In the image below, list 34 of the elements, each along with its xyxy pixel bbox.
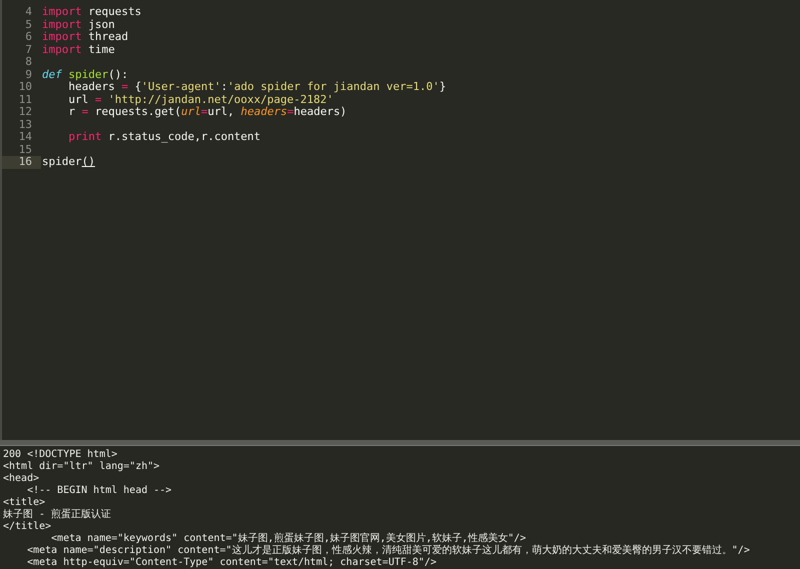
line-number: 8 xyxy=(24,56,33,68)
line-number: 7 xyxy=(24,44,33,56)
code-line: def spider(): xyxy=(41,68,128,81)
line-number: 11 xyxy=(18,94,33,106)
console-line: </title> xyxy=(3,521,52,533)
line-number: 16 xyxy=(2,156,41,168)
code-line: spider() xyxy=(41,156,95,168)
line-number: 10 xyxy=(18,81,33,94)
console-line: <title> xyxy=(3,497,46,509)
code-line: print r.status_code,r.content xyxy=(67,131,261,144)
console-line: <meta name="description" content="这儿才是正版妹子图，性感火辣，清纯甜美可爱的软妹子这儿都有，萌大奶的大丈夫和爱美臀的男子汉不要错过。"/> xyxy=(26,545,751,557)
console-line: <!-- BEGIN html head --> xyxy=(26,485,173,497)
code-line: import thread xyxy=(41,31,128,44)
console-line: <meta http-equiv="Content-Type" content="text/html; charset=UTF-8"/> xyxy=(26,557,438,569)
console-line: <meta name="keywords" content="妹子图,煎蛋妹子图,妹子图官网,美女图片,软妹子,性感美女"/> xyxy=(50,533,527,544)
line-number: 4 xyxy=(24,6,33,18)
line-number: 5 xyxy=(24,18,33,31)
code-editor[interactable] xyxy=(0,0,800,440)
line-number: 15 xyxy=(18,144,33,156)
line-number: 12 xyxy=(18,106,33,118)
console-line: 200 <!DOCTYPE html> xyxy=(3,449,118,461)
code-line: import requests xyxy=(41,6,142,18)
console-line: 妹子图 - 煎蛋正版认证 xyxy=(3,509,112,521)
line-number: 6 xyxy=(24,31,33,44)
console-line: <html dir="ltr" lang="zh"> xyxy=(3,461,161,473)
console-line: <head> xyxy=(3,473,40,485)
line-number: 9 xyxy=(24,68,33,81)
code-line: url = 'http://jandan.net/ooxx/page-2182' xyxy=(67,94,334,106)
line-number: 13 xyxy=(18,118,33,131)
code-line: headers = {'User-agent':'ado spider for jiandan ver=1.0'} xyxy=(67,81,446,94)
line-number: 14 xyxy=(18,131,33,144)
code-line: r = requests.get(url=url, headers=headers) xyxy=(67,106,347,118)
code-line: import time xyxy=(41,44,115,56)
code-line: import json xyxy=(41,18,115,31)
